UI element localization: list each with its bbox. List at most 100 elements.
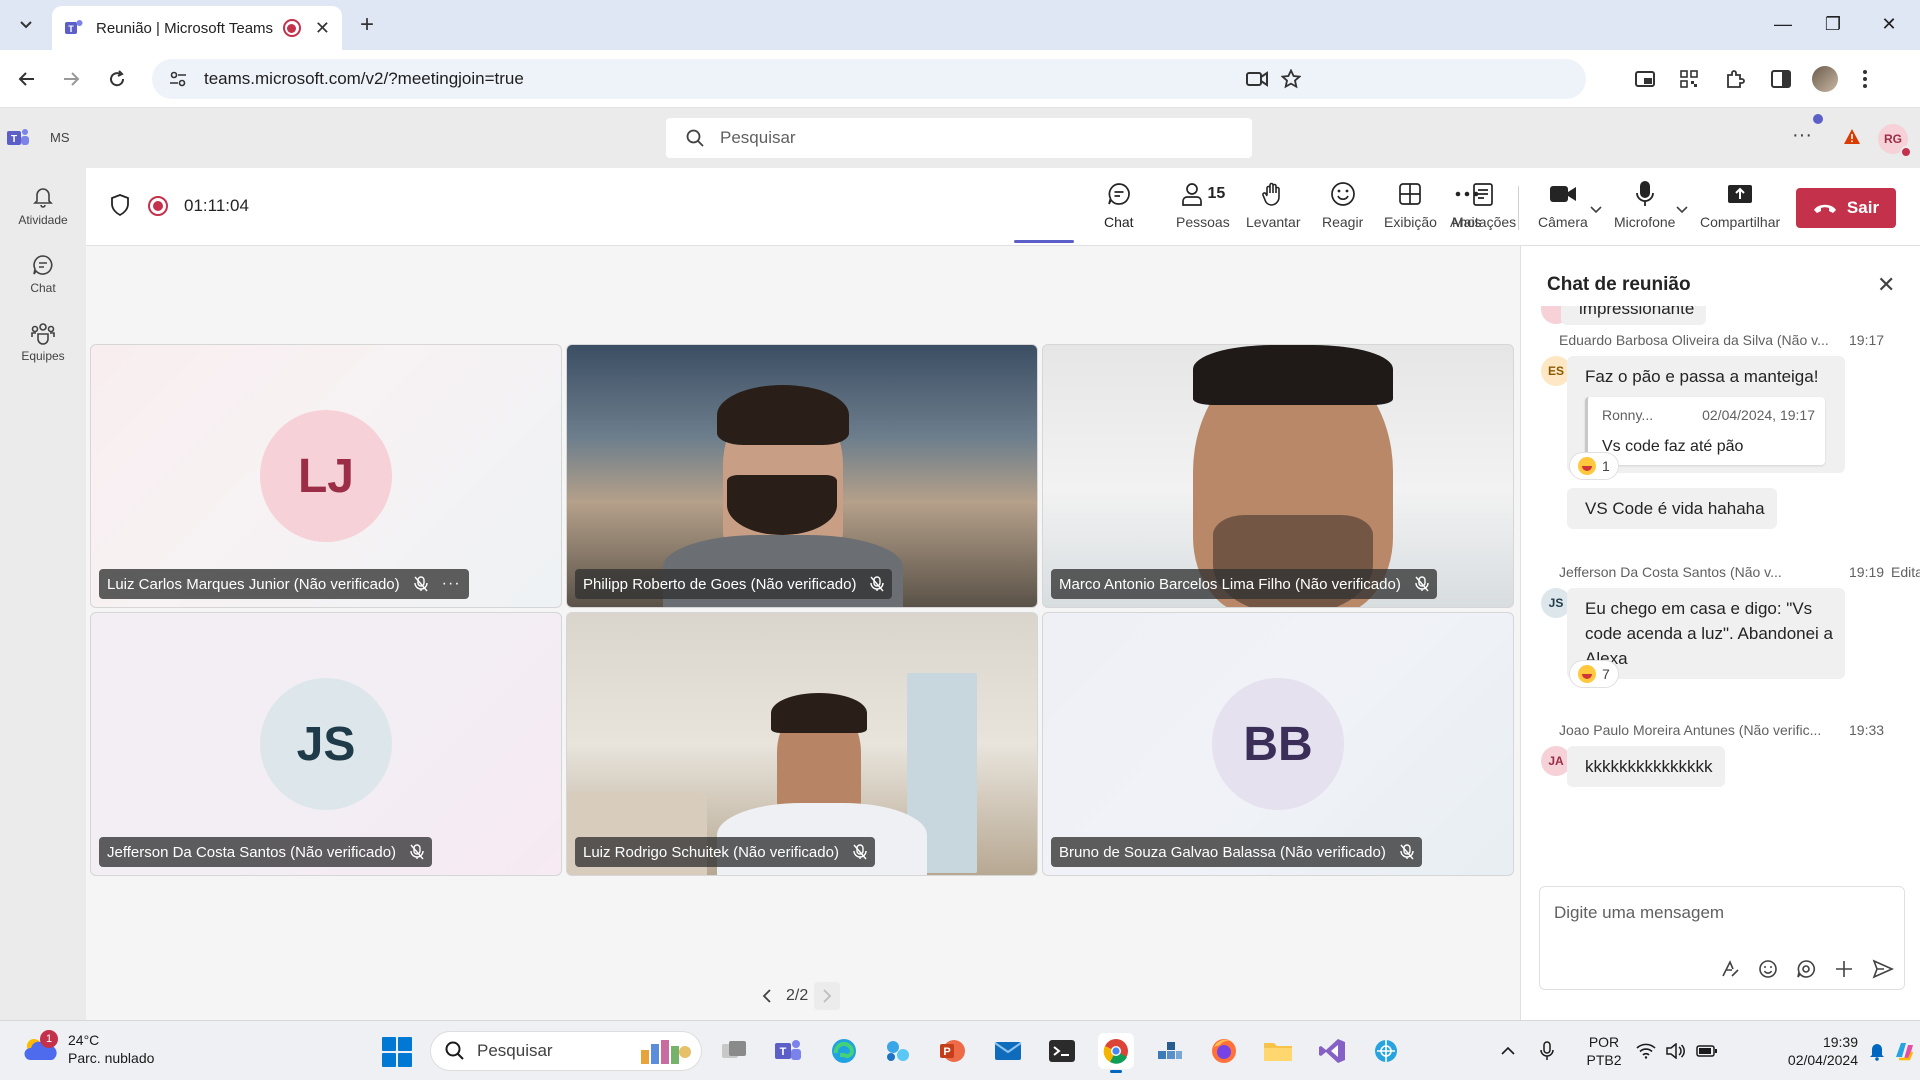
- camera-button[interactable]: Câmera: [1538, 178, 1588, 238]
- more-button[interactable]: Mais: [1452, 178, 1482, 238]
- participant-tile[interactable]: LJ Luiz Carlos Marques Junior (Não verif…: [90, 344, 562, 608]
- plus-icon[interactable]: [1834, 959, 1854, 979]
- new-tab-button[interactable]: +: [352, 10, 382, 40]
- edge-icon[interactable]: [826, 1033, 862, 1069]
- message-time: 19:17: [1849, 332, 1885, 348]
- blocks-app-icon[interactable]: [1152, 1033, 1188, 1069]
- picture-in-picture-icon[interactable]: [1630, 64, 1660, 94]
- participant-name-tag: Marco Antonio Barcelos Lima Filho (Não v…: [1051, 569, 1437, 599]
- view-button[interactable]: Exibição: [1384, 178, 1437, 238]
- weather-widget[interactable]: 1 24°C Parc. nublado: [22, 1030, 154, 1067]
- teams-search-input[interactable]: Pesquisar: [666, 118, 1252, 158]
- warning-icon[interactable]: [1843, 128, 1861, 146]
- tenant-label[interactable]: MS: [50, 130, 70, 145]
- chat-message-list[interactable]: impressionante Eduardo Barbosa Oliveira …: [1521, 306, 1920, 816]
- participant-more-icon[interactable]: ···: [442, 575, 461, 593]
- bookmark-star-icon[interactable]: [1276, 59, 1306, 99]
- reload-button[interactable]: [102, 64, 132, 94]
- url-omnibox[interactable]: teams.microsoft.com/v2/?meetingjoin=true: [152, 59, 1586, 99]
- more-options-icon[interactable]: ···: [1792, 124, 1812, 147]
- reaction-pill[interactable]: 7: [1569, 660, 1619, 688]
- visual-studio-icon[interactable]: [1314, 1033, 1350, 1069]
- teams-logo-icon[interactable]: T: [6, 126, 30, 150]
- puzzle-app-icon[interactable]: [880, 1033, 916, 1069]
- emoji-icon[interactable]: [1758, 959, 1778, 979]
- camera-options-chevron-icon[interactable]: [1590, 206, 1602, 214]
- tab-search-button[interactable]: [10, 10, 42, 40]
- leave-button[interactable]: Sair: [1796, 188, 1896, 228]
- address-bar-row: teams.microsoft.com/v2/?meetingjoin=true: [0, 50, 1920, 108]
- svg-text:T: T: [780, 1046, 787, 1058]
- battery-icon[interactable]: [1696, 1021, 1718, 1080]
- close-chat-icon[interactable]: ✕: [1877, 272, 1895, 298]
- teams-icon: [31, 323, 55, 345]
- copilot-icon[interactable]: [1892, 1021, 1916, 1080]
- browser-tab[interactable]: T Reunião | Microsoft Teams ✕: [52, 6, 342, 50]
- meeting-chat-panel: Chat de reunião ✕ impressionante Eduardo…: [1520, 246, 1920, 1020]
- mail-icon[interactable]: [990, 1033, 1026, 1069]
- previous-page-button[interactable]: [754, 982, 780, 1010]
- share-button[interactable]: Compartilhar: [1700, 178, 1780, 238]
- raise-hand-button[interactable]: Levantar: [1246, 178, 1300, 238]
- network-tool-icon[interactable]: [1368, 1033, 1404, 1069]
- language-indicator[interactable]: POR PTB2: [1584, 1033, 1624, 1069]
- tab-close-icon[interactable]: ✕: [315, 18, 330, 39]
- system-clock[interactable]: 19:39 02/04/2024: [1758, 1033, 1858, 1069]
- format-icon[interactable]: [1720, 959, 1740, 979]
- react-button[interactable]: Reagir: [1322, 178, 1363, 238]
- participant-tile[interactable]: JS Jefferson Da Costa Santos (Não verifi…: [90, 612, 562, 876]
- start-button[interactable]: [382, 1037, 412, 1067]
- close-window-button[interactable]: ✕: [1866, 8, 1912, 40]
- message-compose-box[interactable]: Digite uma mensagem: [1539, 886, 1905, 990]
- back-button[interactable]: [12, 64, 42, 94]
- mic-off-icon: [1400, 844, 1414, 860]
- participant-beard: [727, 475, 837, 535]
- rail-item-teams[interactable]: Equipes: [0, 312, 86, 372]
- mic-options-chevron-icon[interactable]: [1676, 206, 1688, 214]
- loop-component-icon[interactable]: [1796, 959, 1816, 979]
- teams-taskbar-icon[interactable]: T: [770, 1033, 806, 1069]
- forward-button[interactable]: [56, 64, 86, 94]
- terminal-icon[interactable]: [1044, 1033, 1080, 1069]
- reaction-pill[interactable]: 1: [1569, 452, 1619, 480]
- next-page-button[interactable]: [814, 982, 841, 1010]
- participant-video-tile[interactable]: Philipp Roberto de Goes (Não verificado): [566, 344, 1038, 608]
- participant-name-tag: Jefferson Da Costa Santos (Não verificad…: [99, 837, 433, 867]
- quoted-message[interactable]: Ronny... 02/04/2024, 19:17 Vs code faz a…: [1585, 397, 1825, 465]
- firefox-icon[interactable]: [1206, 1033, 1242, 1069]
- rail-item-chat[interactable]: Chat: [0, 244, 86, 304]
- file-explorer-icon[interactable]: [1260, 1033, 1296, 1069]
- volume-icon[interactable]: [1666, 1021, 1686, 1080]
- task-view-icon[interactable]: [716, 1033, 752, 1069]
- send-icon[interactable]: [1872, 959, 1894, 979]
- show-hidden-icons-icon[interactable]: [1500, 1021, 1516, 1080]
- qr-code-icon[interactable]: [1674, 64, 1704, 94]
- participant-video-tile[interactable]: Luiz Rodrigo Schuitek (Não verificado): [566, 612, 1038, 876]
- extensions-puzzle-icon[interactable]: [1720, 64, 1750, 94]
- microphone-button[interactable]: Microfone: [1614, 178, 1675, 238]
- wifi-icon[interactable]: [1636, 1021, 1656, 1080]
- browser-menu-icon[interactable]: [1850, 64, 1880, 94]
- people-button[interactable]: 15 Pessoas: [1176, 178, 1230, 238]
- chrome-icon[interactable]: [1098, 1033, 1134, 1073]
- share-label: Compartilhar: [1700, 214, 1781, 230]
- participant-tile[interactable]: BB Bruno de Souza Galvao Balassa (Não ve…: [1042, 612, 1514, 876]
- raise-label: Levantar: [1246, 214, 1301, 230]
- rail-item-activity[interactable]: Atividade: [0, 176, 86, 236]
- taskbar-search[interactable]: Pesquisar: [430, 1031, 702, 1071]
- microphone-tray-icon[interactable]: [1540, 1021, 1554, 1080]
- minimize-button[interactable]: —: [1760, 8, 1806, 40]
- toolbar-separator: [1518, 186, 1519, 230]
- reaction-count: 1: [1602, 458, 1610, 474]
- profile-avatar[interactable]: [1810, 64, 1840, 94]
- participant-video-tile[interactable]: Marco Antonio Barcelos Lima Filho (Não v…: [1042, 344, 1514, 608]
- mic-off-icon: [413, 576, 428, 592]
- restore-button[interactable]: ❐: [1810, 8, 1856, 40]
- chat-button[interactable]: Chat: [1104, 178, 1134, 238]
- powerpoint-icon[interactable]: P: [934, 1033, 970, 1069]
- participant-name-tag: Luiz Rodrigo Schuitek (Não verificado): [575, 837, 875, 867]
- camera-in-use-icon[interactable]: [1242, 59, 1272, 99]
- shield-icon[interactable]: [110, 194, 130, 216]
- notification-bell-icon[interactable]: [1868, 1021, 1886, 1080]
- side-panel-icon[interactable]: [1766, 64, 1796, 94]
